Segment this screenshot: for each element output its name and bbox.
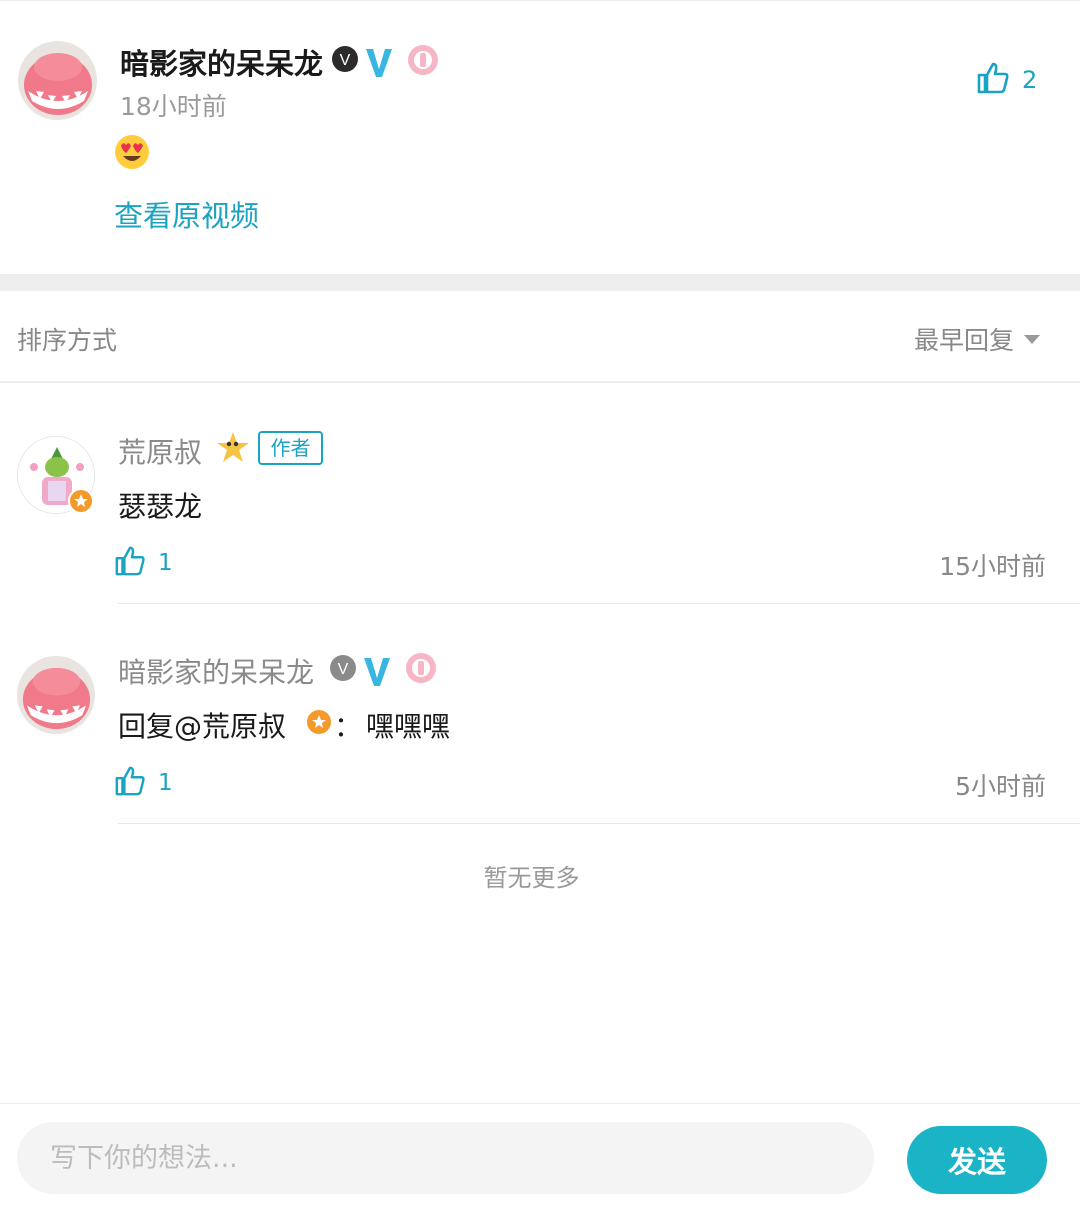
- reply-like-count: 1: [158, 770, 173, 796]
- sort-bar: 排序方式 最早回复: [0, 291, 1080, 383]
- reply-text: 瑟瑟龙: [118, 490, 203, 523]
- level-badge-icon: [405, 652, 437, 688]
- star-emoji-icon: [215, 430, 251, 470]
- comment-input[interactable]: [17, 1122, 874, 1194]
- reply-author-name[interactable]: 暗影家的呆呆龙: [118, 651, 314, 691]
- like-button[interactable]: 2: [976, 61, 1037, 99]
- reply-time: 5小时前: [955, 772, 1046, 801]
- reply-text: 回复@荒原叔: [118, 705, 286, 745]
- reply-like-count: 1: [158, 550, 173, 576]
- sort-dropdown[interactable]: 最早回复: [914, 321, 1041, 357]
- thumbs-up-icon: [114, 545, 146, 581]
- thumbs-up-icon: [976, 61, 1010, 99]
- verified-v-icon: [364, 47, 394, 83]
- reply-body: 嘿嘿嘿: [366, 710, 451, 743]
- reply-time: 15小时前: [939, 552, 1046, 581]
- verified-v-icon: [362, 656, 392, 692]
- level-badge-icon: [407, 44, 439, 80]
- circle-v-icon: V: [331, 45, 359, 77]
- sort-value-text: 最早回复: [914, 326, 1015, 355]
- circle-v-icon: V: [329, 654, 357, 686]
- reply-like-button[interactable]: 1: [114, 765, 173, 801]
- sort-label: 排序方式: [17, 326, 118, 355]
- reply-separator: ：: [334, 710, 363, 743]
- no-more-text: 暂无更多: [483, 864, 580, 892]
- author-tag: 作者: [258, 431, 323, 465]
- main-comment-card: 暗影家的呆呆龙 V 18小时前 查看原视频 2: [0, 0, 1080, 274]
- section-divider: [0, 274, 1080, 291]
- chevron-down-icon: [1024, 334, 1041, 344]
- heart-eyes-emoji-icon: [114, 134, 150, 174]
- row-divider: [118, 603, 1080, 604]
- orange-badge-icon: [68, 488, 94, 518]
- comment-author-name[interactable]: 暗影家的呆呆龙: [120, 41, 323, 83]
- svg-text:V: V: [338, 661, 349, 678]
- author-name-text[interactable]: 暗影家的呆呆龙: [120, 47, 323, 81]
- reply-author-name[interactable]: 荒原叔: [118, 431, 202, 471]
- view-original-video-link[interactable]: 查看原视频: [114, 193, 259, 235]
- comment-time: 18小时前: [120, 92, 227, 121]
- send-button[interactable]: 发送: [907, 1126, 1047, 1194]
- reply-mention[interactable]: 回复@荒原叔: [118, 710, 286, 743]
- reply-like-button[interactable]: 1: [114, 545, 173, 581]
- row-divider: [118, 823, 1080, 824]
- like-count: 2: [1022, 66, 1038, 94]
- reply-avatar[interactable]: [17, 656, 95, 734]
- thumbs-up-icon: [114, 765, 146, 801]
- comment-input-bar: 发送: [0, 1103, 1080, 1211]
- user-avatar[interactable]: [18, 41, 97, 120]
- orange-badge-icon: [306, 709, 332, 739]
- svg-text:V: V: [340, 52, 351, 69]
